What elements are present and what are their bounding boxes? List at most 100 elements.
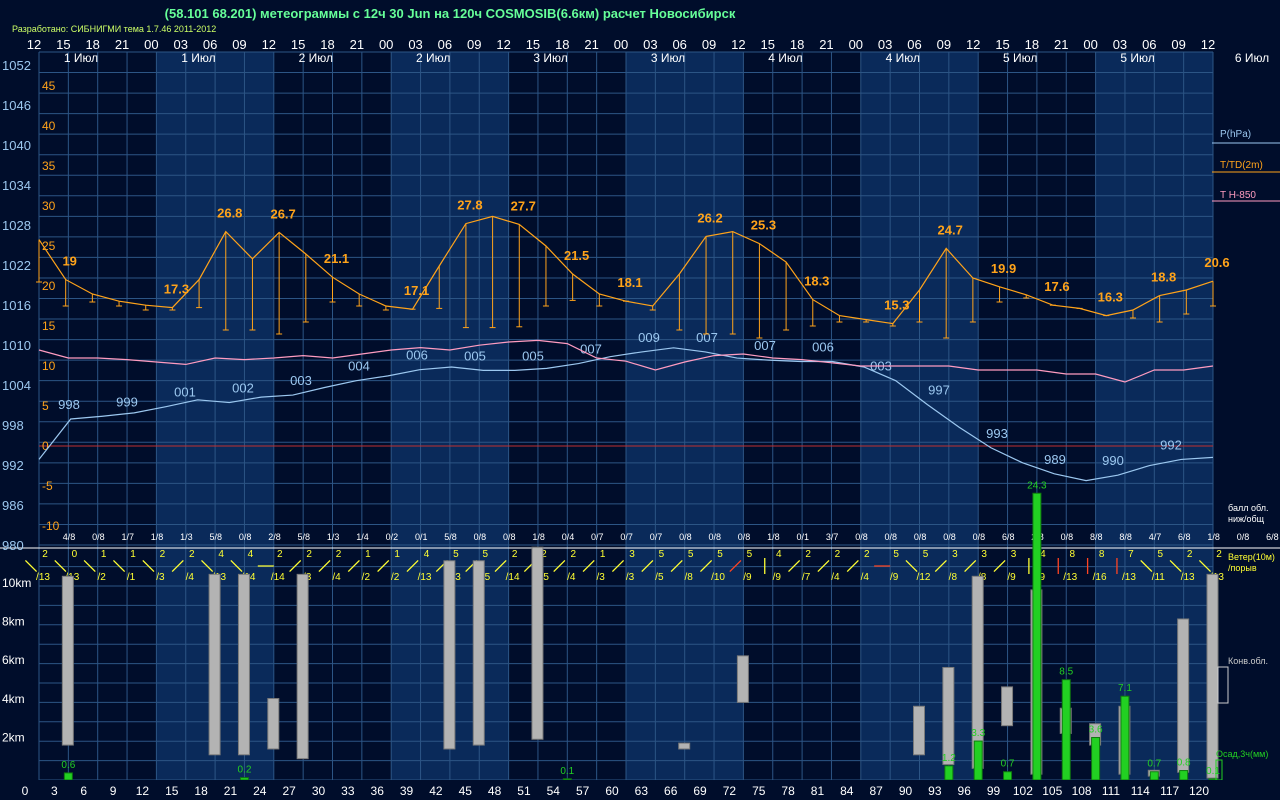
convective-cloud-bar [443,560,456,750]
lead-hour-label: 51 [517,784,531,798]
wind-gust-label: /8 [949,572,958,583]
cloud-fraction-label: 0/1 [415,532,428,542]
precipitation-label: 24.3 [1027,480,1047,491]
cloud-fraction-label: 1/7 [121,532,134,542]
height-axis-label: 2km [2,730,25,744]
top-hour-label: 09 [232,37,246,52]
wind-speed-label: 1 [130,549,136,560]
height-axis-label: 10km [2,576,31,590]
cloud-fraction-label: 6/8 [1266,532,1279,542]
cloud-fraction-label: 1/3 [180,532,193,542]
wind-gust-label: /4 [861,572,870,583]
top-hour-label: 12 [1201,37,1215,52]
wind-gust-label: /14 [506,572,520,583]
wind-gust-label: /4 [567,572,576,583]
top-hour-label: 15 [995,37,1009,52]
pressure-data-label: 006 [406,348,428,363]
wind-gust-label: /3 [596,572,605,583]
wind-speed-label: 2 [277,549,283,560]
lead-hour-label: 15 [165,784,179,798]
precipitation-label: 3.3 [971,728,985,739]
cloud-fraction-label: 0/7 [591,532,604,542]
temperature-data-label: 17.6 [1044,279,1069,294]
temperature-data-label: 19.9 [991,261,1016,276]
convective-cloud-bar [237,573,250,756]
precipitation-bar [973,740,983,781]
day-label: 4 Июл [886,51,920,65]
top-hour-label: 00 [1083,37,1097,52]
top-hour-label: 21 [115,37,129,52]
precipitation-label: 7.1 [1118,683,1132,694]
lead-hour-label: 120 [1189,784,1209,798]
pressure-axis-label: 1010 [2,338,31,353]
top-hour-label: 18 [790,37,804,52]
temperature-data-label: 21.1 [324,251,349,266]
lead-hour-label: 66 [664,784,678,798]
pressure-data-label: 998 [58,397,80,412]
pressure-data-label: 003 [290,373,312,388]
top-hour-label: 09 [467,37,481,52]
wind-speed-label: 0 [72,549,78,560]
convective-cloud-bar [531,546,544,740]
precipitation-bar [1179,770,1189,781]
lead-hour-label: 9 [110,784,117,798]
wind-arrow [112,559,126,573]
temperature-data-label: 18.8 [1151,270,1176,285]
wind-speed-label: 3 [629,549,635,560]
wind-header: Ветер(10м) [1228,552,1275,562]
wind-gust-label: /3 [626,572,635,583]
top-hour-label: 06 [907,37,921,52]
lead-hour-label: 39 [400,784,414,798]
pressure-axis-label: 992 [2,458,24,473]
temperature-data-label: 26.2 [697,210,722,225]
cloud-fraction-label: 0/8 [855,532,868,542]
temperature-data-label: 15.3 [884,298,909,313]
lead-hour-label: 18 [194,784,208,798]
top-hour-label: 00 [379,37,393,52]
wind-arrow [993,559,1006,573]
precipitation-label: 0.1 [560,766,574,777]
cloud-fraction-label: 1/8 [532,532,545,542]
cloud-fraction-label: 0/8 [973,532,986,542]
top-hour-label: 18 [320,37,334,52]
cloud-fraction-label: 8/8 [1090,532,1103,542]
cloud-fraction-label: 0/8 [239,532,252,542]
convective-cloud-bar [296,573,309,760]
top-hour-label: 06 [672,37,686,52]
pressure-axis-label: 1046 [2,98,31,113]
lead-hour-label: 54 [547,784,561,798]
wind-gust-label: /7 [802,572,811,583]
top-hour-label: 18 [555,37,569,52]
temperature-data-label: 18.1 [617,275,642,290]
top-hour-label: 09 [1171,37,1185,52]
temperature-data-label: 25.3 [751,218,776,233]
precipitation-bar [239,777,249,781]
cloud-fraction-label: 0/4 [562,532,575,542]
wind-gust-label: /13 [1181,572,1195,583]
temperature-axis-label: -10 [42,519,60,533]
top-hour-label: 03 [643,37,657,52]
wind-gust-label: /4 [332,572,341,583]
wind-gust-label: /1 [127,572,136,583]
top-hour-label: 03 [174,37,188,52]
cloud-fraction-label: 0/1 [796,532,809,542]
convective-cloud-bar [913,705,925,756]
precipitation-label: 0.1 [1206,766,1220,777]
pressure-data-label: 007 [696,330,718,345]
lead-hour-label: 60 [605,784,619,798]
wind-arrow [611,559,625,573]
convective-cloud-bar [1177,618,1190,773]
pressure-data-label: 009 [638,330,660,345]
lead-hour-label: 102 [1013,784,1033,798]
precipitation-label: 0.6 [61,760,75,771]
wind-arrow [347,559,360,573]
day-label: 2 Июл [299,51,333,65]
cloud-fraction-label: 4/7 [1149,532,1162,542]
wind-speed-label: 4 [776,549,782,560]
lead-hour-label: 27 [282,784,296,798]
pressure-data-label: 001 [174,385,196,400]
lead-hour-label: 75 [752,784,766,798]
top-hour-label: 18 [85,37,99,52]
temperature-data-label: 27.7 [511,198,536,213]
temperature-axis-label: 30 [42,199,56,213]
